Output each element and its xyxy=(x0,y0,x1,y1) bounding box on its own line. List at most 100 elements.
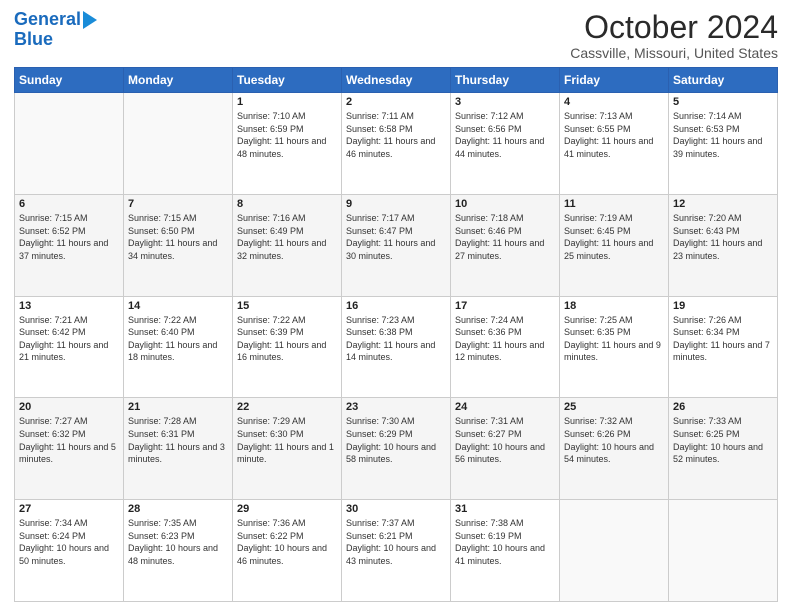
day-info: Sunrise: 7:13 AM Sunset: 6:55 PM Dayligh… xyxy=(564,110,664,160)
day-number: 16 xyxy=(346,300,446,312)
calendar-week-row: 20 Sunrise: 7:27 AM Sunset: 6:32 PM Dayli… xyxy=(15,398,778,500)
calendar-cell: 31Sunrise: 7:38 AM Sunset: 6:19 PM Dayli… xyxy=(451,500,560,602)
day-number: 3 xyxy=(455,96,555,108)
day-info: Sunrise: 7:25 AM Sunset: 6:35 PM Dayligh… xyxy=(564,314,664,364)
day-number: 4 xyxy=(564,96,664,108)
calendar-cell: 20 Sunrise: 7:27 AM Sunset: 6:32 PM Dayli… xyxy=(15,398,124,500)
calendar-cell: 18 Sunrise: 7:25 AM Sunset: 6:35 PM Dayli… xyxy=(560,296,669,398)
day-info: Sunrise: 7:31 AM Sunset: 6:27 PM Dayligh… xyxy=(455,415,555,465)
day-info: Sunrise: 7:23 AM Sunset: 6:38 PM Dayligh… xyxy=(346,314,446,364)
day-info: Sunrise: 7:10 AM Sunset: 6:59 PM Dayligh… xyxy=(237,110,337,160)
calendar-cell: 24Sunrise: 7:31 AM Sunset: 6:27 PM Dayli… xyxy=(451,398,560,500)
header: General Blue October 2024 Cassville, Mis… xyxy=(14,10,778,61)
day-number: 20 xyxy=(19,401,119,413)
day-number: 26 xyxy=(673,401,773,413)
day-number: 13 xyxy=(19,300,119,312)
calendar-cell: 23 Sunrise: 7:30 AM Sunset: 6:29 PM Dayli… xyxy=(342,398,451,500)
weekday-header-tuesday: Tuesday xyxy=(233,68,342,93)
day-number: 27 xyxy=(19,503,119,515)
day-info: Sunrise: 7:26 AM Sunset: 6:34 PM Dayligh… xyxy=(673,314,773,364)
day-info: Sunrise: 7:30 AM Sunset: 6:29 PM Dayligh… xyxy=(346,415,446,465)
day-info: Sunrise: 7:17 AM Sunset: 6:47 PM Dayligh… xyxy=(346,212,446,262)
day-info: Sunrise: 7:32 AM Sunset: 6:26 PM Dayligh… xyxy=(564,415,664,465)
day-number: 6 xyxy=(19,198,119,210)
day-info: Sunrise: 7:27 AM Sunset: 6:32 PM Dayligh… xyxy=(19,415,119,465)
calendar-header-row: SundayMondayTuesdayWednesdayThursdayFrid… xyxy=(15,68,778,93)
day-number: 19 xyxy=(673,300,773,312)
logo-text: General xyxy=(14,10,81,30)
day-info: Sunrise: 7:28 AM Sunset: 6:31 PM Dayligh… xyxy=(128,415,228,465)
day-info: Sunrise: 7:22 AM Sunset: 6:40 PM Dayligh… xyxy=(128,314,228,364)
day-info: Sunrise: 7:15 AM Sunset: 6:50 PM Dayligh… xyxy=(128,212,228,262)
day-info: Sunrise: 7:29 AM Sunset: 6:30 PM Dayligh… xyxy=(237,415,337,465)
day-number: 17 xyxy=(455,300,555,312)
weekday-header-friday: Friday xyxy=(560,68,669,93)
calendar-cell: 11 Sunrise: 7:19 AM Sunset: 6:45 PM Dayli… xyxy=(560,194,669,296)
calendar-cell: 22 Sunrise: 7:29 AM Sunset: 6:30 PM Dayli… xyxy=(233,398,342,500)
day-info: Sunrise: 7:15 AM Sunset: 6:52 PM Dayligh… xyxy=(19,212,119,262)
calendar-cell: 2Sunrise: 7:11 AM Sunset: 6:58 PM Daylig… xyxy=(342,93,451,195)
calendar-cell: 17 Sunrise: 7:24 AM Sunset: 6:36 PM Dayli… xyxy=(451,296,560,398)
day-number: 5 xyxy=(673,96,773,108)
weekday-header-sunday: Sunday xyxy=(15,68,124,93)
day-info: Sunrise: 7:22 AM Sunset: 6:39 PM Dayligh… xyxy=(237,314,337,364)
calendar-cell: 27Sunrise: 7:34 AM Sunset: 6:24 PM Dayli… xyxy=(15,500,124,602)
weekday-header-saturday: Saturday xyxy=(669,68,778,93)
day-number: 11 xyxy=(564,198,664,210)
day-number: 18 xyxy=(564,300,664,312)
title-block: October 2024 Cassville, Missouri, United… xyxy=(570,10,778,61)
page: General Blue October 2024 Cassville, Mis… xyxy=(0,0,792,612)
day-info: Sunrise: 7:33 AM Sunset: 6:25 PM Dayligh… xyxy=(673,415,773,465)
day-number: 31 xyxy=(455,503,555,515)
month-title: October 2024 xyxy=(570,10,778,45)
calendar-cell: 10 Sunrise: 7:18 AM Sunset: 6:46 PM Dayli… xyxy=(451,194,560,296)
day-info: Sunrise: 7:18 AM Sunset: 6:46 PM Dayligh… xyxy=(455,212,555,262)
calendar-cell: 12Sunrise: 7:20 AM Sunset: 6:43 PM Dayli… xyxy=(669,194,778,296)
calendar-cell xyxy=(669,500,778,602)
day-number: 7 xyxy=(128,198,228,210)
calendar-cell: 8 Sunrise: 7:16 AM Sunset: 6:49 PM Daylig… xyxy=(233,194,342,296)
day-number: 12 xyxy=(673,198,773,210)
day-number: 14 xyxy=(128,300,228,312)
location: Cassville, Missouri, United States xyxy=(570,45,778,61)
day-number: 10 xyxy=(455,198,555,210)
calendar-cell: 15 Sunrise: 7:22 AM Sunset: 6:39 PM Dayli… xyxy=(233,296,342,398)
weekday-header-monday: Monday xyxy=(124,68,233,93)
day-number: 1 xyxy=(237,96,337,108)
day-number: 29 xyxy=(237,503,337,515)
day-info: Sunrise: 7:24 AM Sunset: 6:36 PM Dayligh… xyxy=(455,314,555,364)
day-number: 28 xyxy=(128,503,228,515)
calendar-cell: 14 Sunrise: 7:22 AM Sunset: 6:40 PM Dayli… xyxy=(124,296,233,398)
calendar-cell xyxy=(15,93,124,195)
day-number: 22 xyxy=(237,401,337,413)
calendar-cell: 5 Sunrise: 7:14 AM Sunset: 6:53 PM Daylig… xyxy=(669,93,778,195)
calendar-table: SundayMondayTuesdayWednesdayThursdayFrid… xyxy=(14,67,778,602)
calendar-cell: 29Sunrise: 7:36 AM Sunset: 6:22 PM Dayli… xyxy=(233,500,342,602)
day-number: 15 xyxy=(237,300,337,312)
calendar-week-row: 13 Sunrise: 7:21 AM Sunset: 6:42 PM Dayli… xyxy=(15,296,778,398)
logo-arrow-icon xyxy=(83,11,97,29)
day-number: 23 xyxy=(346,401,446,413)
calendar-cell xyxy=(560,500,669,602)
day-info: Sunrise: 7:21 AM Sunset: 6:42 PM Dayligh… xyxy=(19,314,119,364)
day-info: Sunrise: 7:16 AM Sunset: 6:49 PM Dayligh… xyxy=(237,212,337,262)
calendar-week-row: 27Sunrise: 7:34 AM Sunset: 6:24 PM Dayli… xyxy=(15,500,778,602)
calendar-cell: 26 Sunrise: 7:33 AM Sunset: 6:25 PM Dayli… xyxy=(669,398,778,500)
day-info: Sunrise: 7:19 AM Sunset: 6:45 PM Dayligh… xyxy=(564,212,664,262)
calendar-cell: 6 Sunrise: 7:15 AM Sunset: 6:52 PM Daylig… xyxy=(15,194,124,296)
day-info: Sunrise: 7:37 AM Sunset: 6:21 PM Dayligh… xyxy=(346,517,446,567)
calendar-week-row: 6 Sunrise: 7:15 AM Sunset: 6:52 PM Daylig… xyxy=(15,194,778,296)
calendar-cell: 13 Sunrise: 7:21 AM Sunset: 6:42 PM Dayli… xyxy=(15,296,124,398)
day-number: 8 xyxy=(237,198,337,210)
day-number: 9 xyxy=(346,198,446,210)
day-info: Sunrise: 7:11 AM Sunset: 6:58 PM Dayligh… xyxy=(346,110,446,160)
day-info: Sunrise: 7:35 AM Sunset: 6:23 PM Dayligh… xyxy=(128,517,228,567)
calendar-cell: 25Sunrise: 7:32 AM Sunset: 6:26 PM Dayli… xyxy=(560,398,669,500)
weekday-header-thursday: Thursday xyxy=(451,68,560,93)
logo-text2: Blue xyxy=(14,30,53,50)
day-info: Sunrise: 7:14 AM Sunset: 6:53 PM Dayligh… xyxy=(673,110,773,160)
calendar-cell: 3Sunrise: 7:12 AM Sunset: 6:56 PM Daylig… xyxy=(451,93,560,195)
day-number: 30 xyxy=(346,503,446,515)
logo: General Blue xyxy=(14,10,97,50)
weekday-header-wednesday: Wednesday xyxy=(342,68,451,93)
